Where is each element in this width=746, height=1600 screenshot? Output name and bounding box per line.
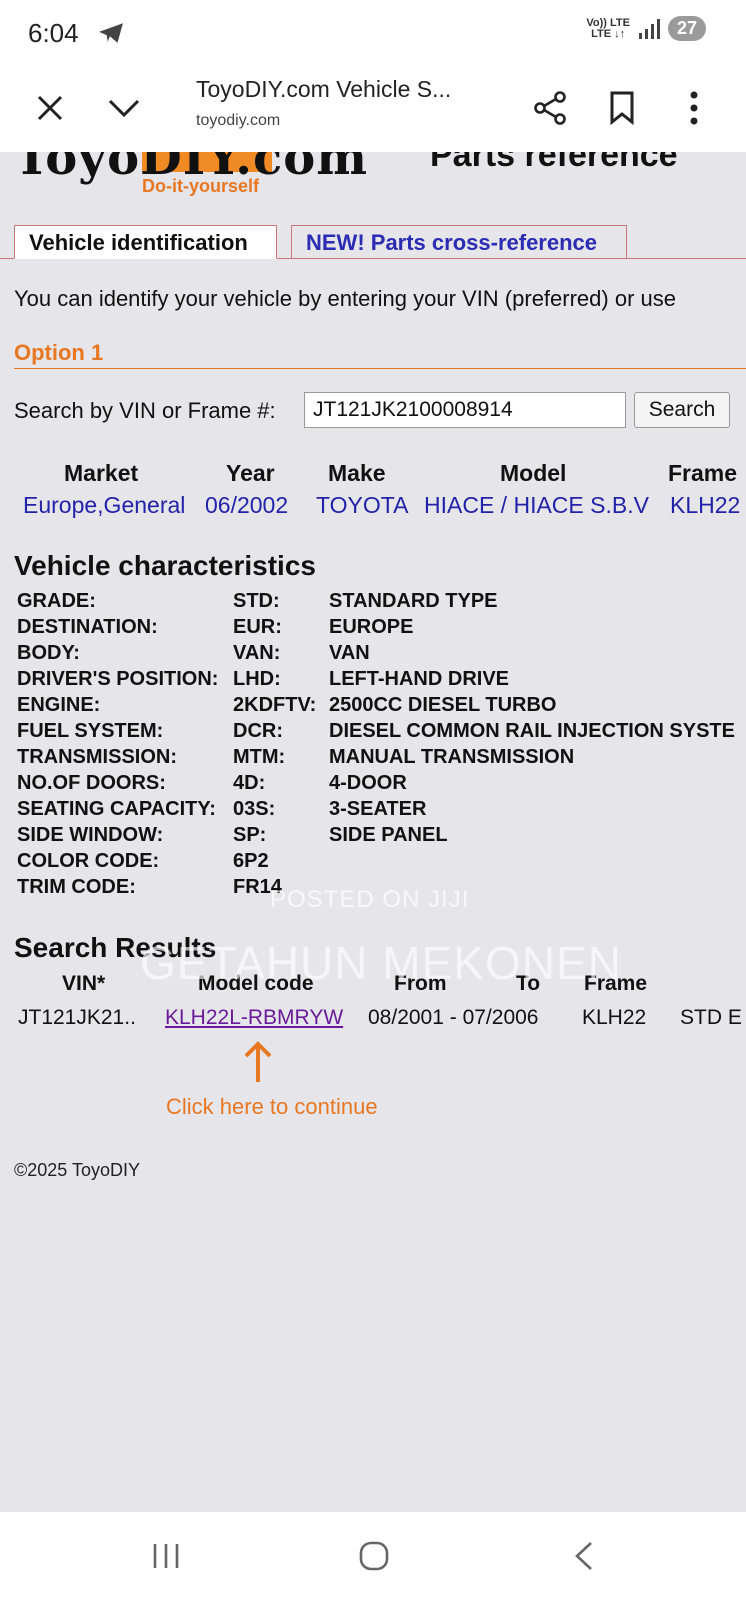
intro-text: You can identify your vehicle by enterin… <box>14 286 676 311</box>
watermark-name: GETAHUN MEKONEN <box>140 937 622 989</box>
continue-hint: Click here to continue <box>166 1094 378 1119</box>
value-model[interactable]: HIACE / HIACE S.B.V <box>424 492 649 519</box>
page-domain[interactable]: toyodiy.com <box>196 112 280 130</box>
telegram-icon <box>99 23 123 43</box>
system-nav-bar <box>0 1512 746 1600</box>
footer-copyright: ©2025 ToyoDIY <box>14 1160 141 1180</box>
network-indicator: Vo)) LTE LTE ↓↑ <box>586 16 630 40</box>
status-indicators: Vo)) LTE LTE ↓↑ 27 <box>586 16 706 41</box>
parts-reference-heading: Parts reference <box>430 152 678 174</box>
value-market[interactable]: Europe,General <box>23 492 185 519</box>
header-model: Model <box>500 460 567 486</box>
search-label: Search by VIN or Frame #: <box>14 398 276 423</box>
share-icon[interactable] <box>526 84 574 132</box>
header-year: Year <box>226 460 275 486</box>
result-model-code-link[interactable]: KLH22L-RBMRYW <box>165 1006 343 1030</box>
watermark-posted: POSTED ON JIJI <box>270 886 470 913</box>
header-frame: Frame <box>668 460 738 486</box>
signal-icon <box>638 18 660 39</box>
arrow-up-icon <box>244 1041 272 1082</box>
search-button[interactable]: Search <box>634 392 730 428</box>
back-icon[interactable] <box>560 1532 608 1580</box>
results-header-vin: VIN* <box>62 972 106 995</box>
more-options-icon[interactable] <box>670 84 718 132</box>
vin-search-input[interactable] <box>304 392 626 428</box>
option-title: Option 1 <box>14 340 104 365</box>
tab-vehicle-identification[interactable]: Vehicle identification <box>14 225 277 259</box>
value-frame[interactable]: KLH22 <box>670 492 740 519</box>
status-bar: 6:04 Vo)) LTE LTE ↓↑ 27 <box>0 0 746 64</box>
status-time: 6:04 <box>28 18 79 48</box>
bookmark-icon[interactable] <box>598 84 646 132</box>
chevron-down-icon[interactable] <box>100 84 148 132</box>
header-make: Make <box>328 460 386 486</box>
characteristics-title: Vehicle characteristics <box>14 550 316 581</box>
page-title[interactable]: ToyoDIY.com Vehicle S... <box>196 76 451 103</box>
result-from-to: 08/2001 - 07/2006 <box>368 1006 539 1029</box>
result-frame: KLH22 <box>582 1006 647 1029</box>
close-icon[interactable] <box>26 84 74 132</box>
value-year[interactable]: 06/2002 <box>205 492 288 519</box>
recent-apps-icon[interactable] <box>142 1532 190 1580</box>
logo-tagline: Do-it-yourself <box>142 176 259 196</box>
battery-indicator: 27 <box>667 16 706 41</box>
option-divider <box>14 368 746 369</box>
tab-parts-cross-reference[interactable]: NEW! Parts cross-reference <box>291 225 627 259</box>
header-market: Market <box>64 460 139 486</box>
home-icon[interactable] <box>350 1532 398 1580</box>
result-vin: JT121JK21.. <box>18 1006 136 1029</box>
browser-toolbar: ToyoDIY.com Vehicle S... toyodiy.com <box>0 64 746 152</box>
value-make[interactable]: TOYOTA <box>316 492 408 519</box>
result-extra: STD E <box>680 1006 742 1029</box>
site-header: ToyoDIY.com Do-it-yourself Parts referen… <box>0 152 746 212</box>
